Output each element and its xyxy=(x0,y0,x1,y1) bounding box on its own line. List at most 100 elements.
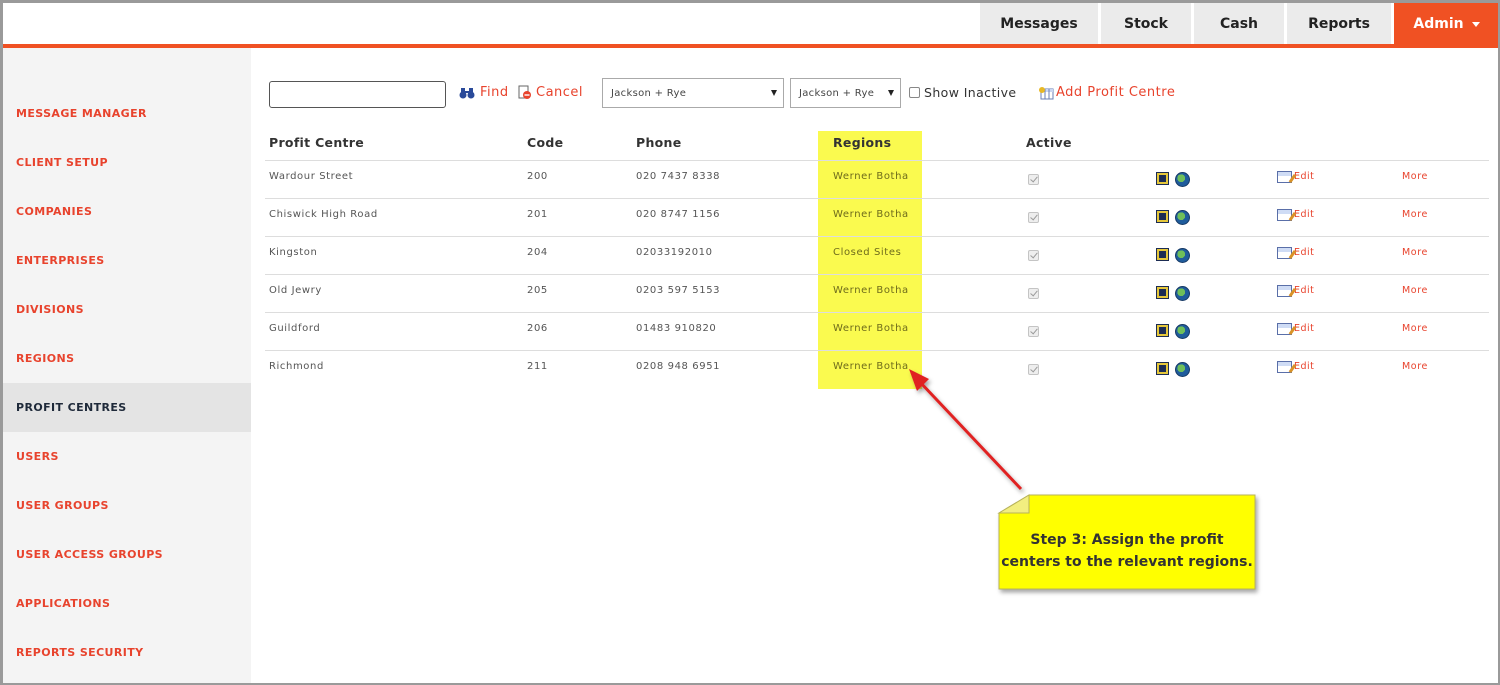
edit-icon xyxy=(1277,209,1292,221)
header-phone[interactable]: Phone xyxy=(636,135,682,150)
more-link[interactable]: More xyxy=(1402,323,1428,334)
dropdown-arrow-icon xyxy=(888,90,894,96)
globe-icon[interactable] xyxy=(1175,362,1190,377)
cell-phone: 02033192010 xyxy=(636,247,713,258)
sidebar-item-user-access-groups[interactable]: USER ACCESS GROUPS xyxy=(3,530,251,579)
sidebar-item-client-setup[interactable]: CLIENT SETUP xyxy=(3,138,251,187)
show-inactive-toggle[interactable]: Show Inactive xyxy=(909,85,1017,100)
header-profit-centre[interactable]: Profit Centre xyxy=(269,135,364,150)
cell-phone: 01483 910820 xyxy=(636,323,717,334)
globe-icon[interactable] xyxy=(1175,324,1190,339)
annotation-line-2: centers to the relevant regions. xyxy=(1001,554,1253,570)
globe-icon[interactable] xyxy=(1175,172,1190,187)
sidebar-item-profit-centres[interactable]: PROFIT CENTRES xyxy=(3,383,251,432)
cell-code: 211 xyxy=(527,361,548,372)
active-checkbox xyxy=(1028,288,1039,299)
edit-label: Edit xyxy=(1294,323,1315,334)
cell-region: Werner Botha xyxy=(833,361,909,372)
enterprise-select[interactable]: Jackson + Rye xyxy=(790,78,901,108)
show-inactive-checkbox[interactable] xyxy=(909,87,920,98)
cell-profit-centre: Kingston xyxy=(269,247,318,258)
cell-code: 200 xyxy=(527,171,548,182)
find-button[interactable]: Find xyxy=(459,85,509,100)
profile-icon[interactable] xyxy=(1156,248,1169,261)
nav-reports[interactable]: Reports xyxy=(1287,3,1391,44)
cell-profit-centre: Wardour Street xyxy=(269,171,354,182)
edit-label: Edit xyxy=(1294,247,1315,258)
search-input[interactable] xyxy=(269,81,446,108)
cell-phone: 0208 948 6951 xyxy=(636,361,721,372)
profile-icon[interactable] xyxy=(1156,324,1169,337)
add-profit-centre-label: Add Profit Centre xyxy=(1056,85,1176,100)
sidebar-item-users[interactable]: USERS xyxy=(3,432,251,481)
edit-label: Edit xyxy=(1294,361,1315,372)
sidebar-item-user-groups[interactable]: USER GROUPS xyxy=(3,481,251,530)
sidebar-item-companies[interactable]: COMPANIES xyxy=(3,187,251,236)
globe-icon[interactable] xyxy=(1175,286,1190,301)
sidebar: MESSAGE MANAGER CLIENT SETUP COMPANIES E… xyxy=(3,48,251,683)
cell-phone: 0203 597 5153 xyxy=(636,285,721,296)
edit-link[interactable]: Edit xyxy=(1277,323,1314,335)
edit-label: Edit xyxy=(1294,171,1315,182)
profile-icon[interactable] xyxy=(1156,172,1169,185)
sidebar-item-enterprises[interactable]: ENTERPRISES xyxy=(3,236,251,285)
edit-link[interactable]: Edit xyxy=(1277,209,1314,221)
profile-icon[interactable] xyxy=(1156,210,1169,223)
more-link[interactable]: More xyxy=(1402,171,1428,182)
table-row: Chiswick High Road 201 020 8747 1156 Wer… xyxy=(265,198,1489,236)
nav-admin-label: Admin xyxy=(1413,15,1464,32)
active-checkbox xyxy=(1028,250,1039,261)
edit-link[interactable]: Edit xyxy=(1277,171,1314,183)
nav-stock[interactable]: Stock xyxy=(1101,3,1191,44)
cell-code: 201 xyxy=(527,209,548,220)
active-checkbox xyxy=(1028,174,1039,185)
table-row: Guildford 206 01483 910820 Werner Botha … xyxy=(265,312,1489,350)
cancel-document-icon xyxy=(518,85,531,99)
header-active[interactable]: Active xyxy=(1026,135,1072,150)
edit-link[interactable]: Edit xyxy=(1277,361,1314,373)
sidebar-item-divisions[interactable]: DIVISIONS xyxy=(3,285,251,334)
add-profit-centre-button[interactable]: Add Profit Centre xyxy=(1038,85,1175,100)
sidebar-item-applications[interactable]: APPLICATIONS xyxy=(3,579,251,628)
active-checkbox xyxy=(1028,364,1039,375)
cancel-label: Cancel xyxy=(536,85,584,100)
more-link[interactable]: More xyxy=(1402,285,1428,296)
sidebar-item-message-manager[interactable]: MESSAGE MANAGER xyxy=(3,89,251,138)
more-link[interactable]: More xyxy=(1402,361,1428,372)
header-regions[interactable]: Regions xyxy=(833,135,891,150)
edit-icon xyxy=(1277,323,1292,335)
sidebar-item-reports-security[interactable]: REPORTS SECURITY xyxy=(3,628,251,677)
profile-icon[interactable] xyxy=(1156,286,1169,299)
globe-icon[interactable] xyxy=(1175,210,1190,225)
dropdown-arrow-icon xyxy=(771,90,777,96)
nav-cash[interactable]: Cash xyxy=(1194,3,1284,44)
edit-label: Edit xyxy=(1294,209,1315,220)
cell-region: Werner Botha xyxy=(833,285,909,296)
table-row: Richmond 211 0208 948 6951 Werner Botha … xyxy=(265,350,1489,388)
find-label: Find xyxy=(480,85,509,100)
cell-profit-centre: Guildford xyxy=(269,323,321,334)
profile-icon[interactable] xyxy=(1156,362,1169,375)
cell-code: 206 xyxy=(527,323,548,334)
edit-icon xyxy=(1277,247,1292,259)
cell-profit-centre: Chiswick High Road xyxy=(269,209,378,220)
edit-link[interactable]: Edit xyxy=(1277,247,1314,259)
annotation-text: Step 3: Assign the profit centers to the… xyxy=(999,529,1255,573)
binoculars-icon xyxy=(459,87,475,98)
cell-profit-centre: Richmond xyxy=(269,361,324,372)
sidebar-item-regions[interactable]: REGIONS xyxy=(3,334,251,383)
cell-code: 204 xyxy=(527,247,548,258)
globe-icon[interactable] xyxy=(1175,248,1190,263)
edit-icon xyxy=(1277,285,1292,297)
nav-admin[interactable]: Admin xyxy=(1394,3,1498,44)
more-link[interactable]: More xyxy=(1402,247,1428,258)
edit-link[interactable]: Edit xyxy=(1277,285,1314,297)
cell-phone: 020 8747 1156 xyxy=(636,209,721,220)
header-code[interactable]: Code xyxy=(527,135,563,150)
enterprise-select-value: Jackson + Rye xyxy=(799,87,875,99)
nav-messages[interactable]: Messages xyxy=(980,3,1098,44)
company-select[interactable]: Jackson + Rye xyxy=(602,78,784,108)
more-link[interactable]: More xyxy=(1402,209,1428,220)
cancel-button[interactable]: Cancel xyxy=(517,85,583,100)
app-window: Messages Stock Cash Reports Admin MESSAG… xyxy=(0,0,1500,685)
